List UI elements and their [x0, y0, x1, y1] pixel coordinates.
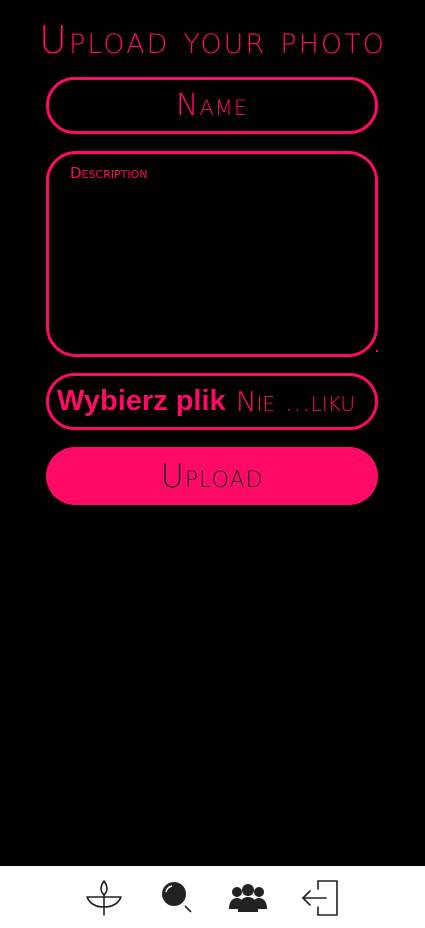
upload-button-label: Upload: [160, 457, 264, 495]
choose-file-button[interactable]: Wybierz plik: [57, 385, 226, 418]
search-icon[interactable]: [158, 878, 198, 918]
file-status-text: Nie ...liku: [235, 385, 356, 418]
description-placeholder: Description: [70, 164, 148, 182]
upload-photo-screen: Upload your photo Name Description Wybie…: [0, 0, 425, 928]
bottom-navigation: [0, 866, 425, 928]
users-icon[interactable]: [228, 878, 268, 918]
page-title: Upload your photo: [39, 18, 386, 62]
name-placeholder: Name: [175, 88, 249, 123]
upload-button[interactable]: Upload: [46, 447, 378, 505]
description-textarea[interactable]: Description: [46, 151, 378, 357]
resize-handle[interactable]: [376, 350, 378, 352]
name-input[interactable]: Name: [46, 77, 378, 134]
logout-icon[interactable]: [300, 878, 340, 918]
plant-icon[interactable]: [84, 878, 124, 918]
file-input[interactable]: Wybierz plik Nie ...liku: [46, 373, 378, 430]
